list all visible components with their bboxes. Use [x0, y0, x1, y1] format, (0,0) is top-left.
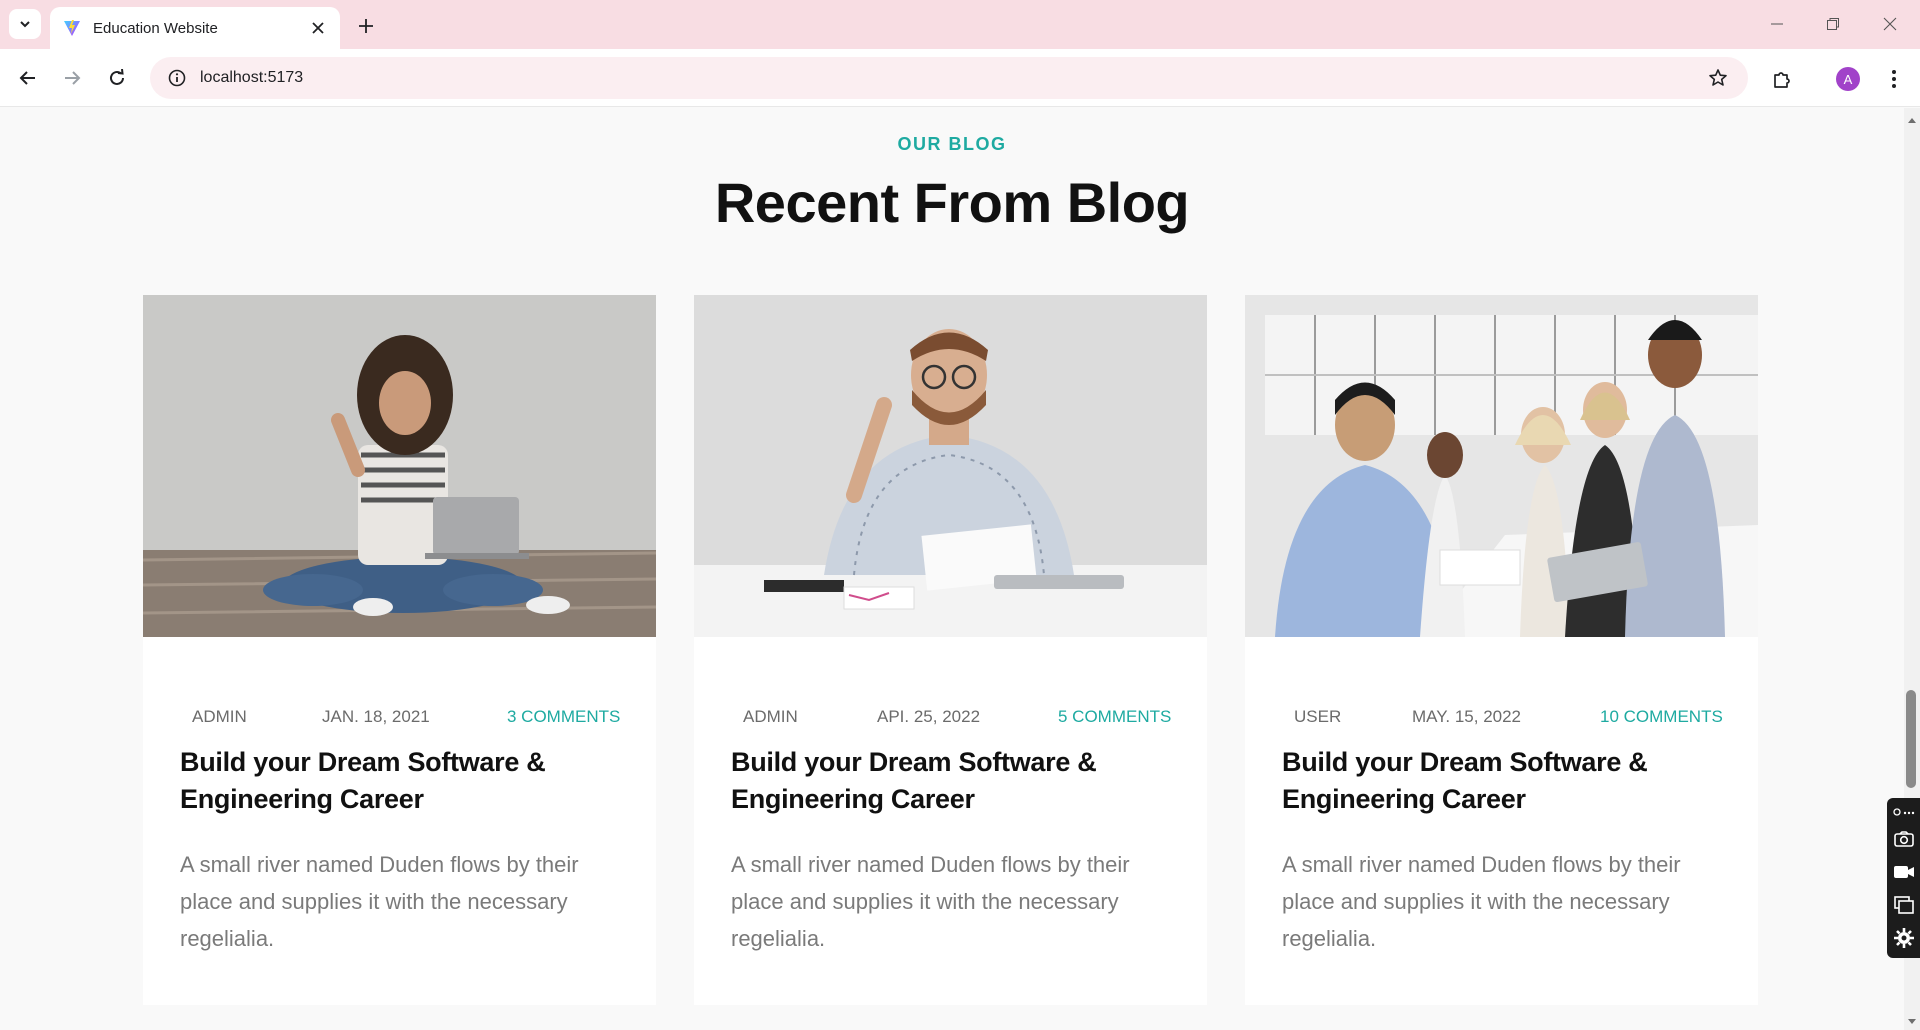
close-window-button[interactable]: [1875, 10, 1905, 38]
tab-search-button[interactable]: [9, 9, 41, 39]
close-tab-icon[interactable]: [306, 16, 330, 40]
browser-toolbar: localhost:5173 A: [0, 49, 1920, 107]
post-author[interactable]: ADMIN: [743, 707, 798, 727]
reload-icon: [110, 69, 124, 85]
post-date[interactable]: MAY. 15, 2022: [1412, 707, 1521, 727]
post-date[interactable]: JAN. 18, 2021: [322, 707, 430, 727]
blog-card[interactable]: USER MAY. 15, 2022 10 COMMENTS Build you…: [1245, 295, 1758, 1005]
video-camera-icon[interactable]: [1887, 855, 1920, 888]
post-comments-link[interactable]: 5 COMMENTS: [1058, 707, 1171, 727]
site-info-icon[interactable]: [156, 57, 198, 99]
post-excerpt: A small river named Duden flows by their…: [1282, 852, 1681, 951]
post-excerpt: A small river named Duden flows by their…: [180, 852, 579, 951]
plus-icon: [359, 19, 373, 33]
browser-menu-button[interactable]: [1878, 63, 1910, 95]
bookmark-star-icon[interactable]: [1698, 58, 1738, 98]
section-heading: Recent From Blog: [714, 171, 1190, 234]
camera-icon[interactable]: [1887, 822, 1920, 855]
forward-button[interactable]: [57, 63, 87, 93]
restore-icon: [1827, 18, 1839, 30]
vite-logo-icon: [64, 20, 80, 36]
post-meta: ADMIN JAN. 18, 2021 3 COMMENTS: [143, 707, 656, 729]
post-excerpt: A small river named Duden flows by their…: [731, 852, 1130, 951]
scroll-up-arrow-icon[interactable]: [1904, 112, 1920, 128]
post-comments-link[interactable]: 10 COMMENTS: [1600, 707, 1723, 727]
team-thumbs-up-photo[interactable]: [1245, 295, 1758, 637]
post-meta: ADMIN API. 25, 2022 5 COMMENTS: [694, 707, 1207, 729]
browser-tab[interactable]: Education Website: [50, 7, 340, 49]
post-author[interactable]: USER: [1294, 707, 1341, 727]
arrow-right-icon: [65, 71, 81, 85]
more-vertical-icon: [1892, 70, 1896, 88]
gear-icon[interactable]: [1887, 921, 1920, 954]
url-text[interactable]: localhost:5173: [200, 69, 1698, 87]
post-title[interactable]: Build your Dream Software & Engineering …: [731, 744, 1171, 818]
extensions-button[interactable]: [1766, 63, 1798, 95]
windows-icon[interactable]: [1887, 888, 1920, 921]
address-bar[interactable]: localhost:5173: [150, 57, 1748, 99]
scroll-down-arrow-icon[interactable]: [1904, 1014, 1920, 1030]
tab-title: Education Website: [93, 19, 218, 37]
avatar: A: [1836, 67, 1860, 91]
restore-button[interactable]: [1818, 10, 1848, 38]
scrollbar-thumb[interactable]: [1906, 690, 1916, 788]
minimize-button[interactable]: [1762, 10, 1792, 38]
profile-button[interactable]: A: [1832, 63, 1864, 95]
back-button[interactable]: [13, 63, 43, 93]
blog-card[interactable]: ADMIN API. 25, 2022 5 COMMENTS Build you…: [694, 295, 1207, 1005]
close-icon: [1883, 17, 1897, 31]
post-title[interactable]: Build your Dream Software & Engineering …: [1282, 744, 1722, 818]
page-viewport: OUR BLOG Recent From Blog ADMIN JAN. 18,…: [0, 108, 1904, 1030]
post-meta: USER MAY. 15, 2022 10 COMMENTS: [1245, 707, 1758, 729]
new-tab-button[interactable]: [352, 12, 380, 40]
section-eyebrow: OUR BLOG: [897, 134, 1007, 154]
woman-with-laptop-photo[interactable]: [143, 295, 656, 637]
reload-button[interactable]: [102, 63, 132, 93]
minimize-icon: [1771, 23, 1783, 25]
puzzle-icon: [1774, 72, 1790, 88]
chevron-down-icon: [20, 21, 30, 28]
blog-card[interactable]: ADMIN JAN. 18, 2021 3 COMMENTS Build you…: [143, 295, 656, 1005]
widget-more-icon[interactable]: [1887, 802, 1920, 822]
post-title[interactable]: Build your Dream Software & Engineering …: [180, 744, 620, 818]
post-comments-link[interactable]: 3 COMMENTS: [507, 707, 620, 727]
man-at-desk-photo[interactable]: [694, 295, 1207, 637]
arrow-left-icon: [19, 71, 35, 85]
post-date[interactable]: API. 25, 2022: [877, 707, 980, 727]
capture-toolbar: [1887, 798, 1920, 958]
browser-titlebar: Education Website: [0, 0, 1920, 49]
post-author[interactable]: ADMIN: [192, 707, 247, 727]
